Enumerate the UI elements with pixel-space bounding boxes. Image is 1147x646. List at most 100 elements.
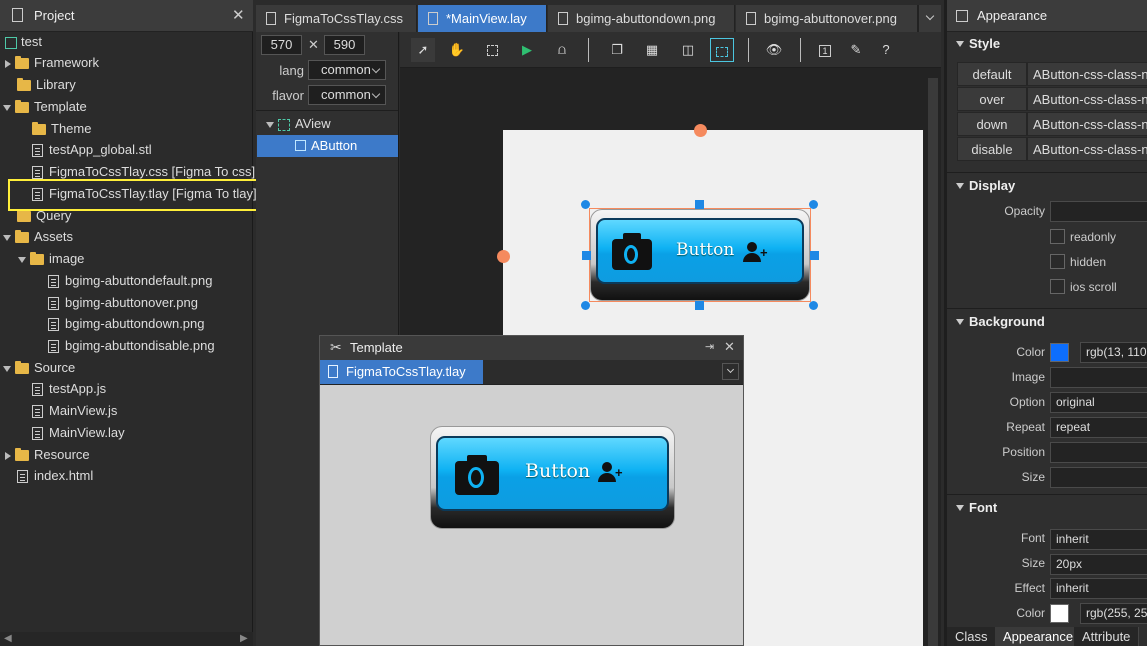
bg-color-swatch[interactable] xyxy=(1050,343,1069,362)
bg-image-input[interactable] xyxy=(1050,367,1147,388)
bg-repeat-select[interactable]: repeat xyxy=(1050,417,1147,438)
close-icon[interactable]: ✕ xyxy=(724,339,735,355)
shapes-button[interactable]: ⩍ xyxy=(550,38,574,62)
caret-down-icon[interactable] xyxy=(18,256,26,263)
layout-button[interactable]: ◫ xyxy=(676,38,700,62)
tree-item-library[interactable]: Library xyxy=(17,75,76,95)
caret-down-icon[interactable] xyxy=(3,365,11,372)
tab-list-dropdown[interactable] xyxy=(918,5,941,32)
bg-position-input[interactable] xyxy=(1050,442,1147,463)
readonly-checkbox[interactable] xyxy=(1050,229,1065,244)
template-tab[interactable]: FigmaToCssTlay.tlay xyxy=(320,360,483,384)
dock-icon[interactable]: ⇥ xyxy=(705,340,714,353)
tree-item-disable-png[interactable]: bgimg-abuttondisable.png xyxy=(48,336,215,356)
resize-handle-top[interactable] xyxy=(695,200,704,209)
resize-handle-top-left[interactable] xyxy=(581,200,590,209)
font-color-input[interactable]: rgb(255, 255 xyxy=(1080,603,1147,624)
bounds-toggle-button[interactable] xyxy=(710,38,734,62)
marquee-tool-button[interactable] xyxy=(480,38,504,62)
tree-item-mainview-js[interactable]: MainView.js xyxy=(32,401,117,421)
tab-abuttondown[interactable]: bgimg-abuttondown.png xyxy=(548,5,735,32)
tree-item-mainview-lay[interactable]: MainView.lay xyxy=(32,423,125,443)
tree-item-resource[interactable]: Resource xyxy=(5,445,90,465)
tab-abuttonover[interactable]: bgimg-abuttonover.png xyxy=(736,5,918,32)
tree-item-testapp-js[interactable]: testApp.js xyxy=(32,379,106,399)
section-font[interactable]: Font xyxy=(947,496,1147,520)
tab-appearance[interactable]: Appearance xyxy=(995,627,1083,646)
bg-size-input[interactable] xyxy=(1050,467,1147,488)
section-background[interactable]: Background xyxy=(947,310,1147,334)
caret-down-icon[interactable] xyxy=(3,234,11,241)
resize-handle-bottom[interactable] xyxy=(695,301,704,310)
image-file-icon xyxy=(48,318,59,332)
resize-handle-top-right[interactable] xyxy=(809,200,818,209)
preview-button[interactable]: 👁 xyxy=(762,38,786,62)
select-tool-button[interactable]: ➚ xyxy=(411,38,435,62)
font-color-swatch[interactable] xyxy=(1050,604,1069,623)
flavor-select[interactable]: common xyxy=(308,85,386,105)
scroll-right-icon[interactable]: ▶ xyxy=(240,633,248,644)
tree-item-theme[interactable]: Theme xyxy=(32,119,91,139)
tab-mainview-lay[interactable]: *MainView.lay xyxy=(418,5,547,32)
bg-option-select[interactable]: original xyxy=(1050,392,1147,413)
hidden-checkbox[interactable] xyxy=(1050,254,1065,269)
left-anchor-handle[interactable] xyxy=(497,250,510,263)
template-titlebar[interactable]: ✂ Template ⇥ ✕ xyxy=(320,336,743,360)
hand-icon: ✋ xyxy=(448,42,466,57)
tab-class[interactable]: Class xyxy=(947,627,997,646)
outline-item-aview[interactable]: AView xyxy=(266,114,331,134)
tree-item-source[interactable]: Source xyxy=(3,358,75,378)
height-input[interactable]: 590 xyxy=(324,35,365,55)
help-button[interactable]: ? xyxy=(874,38,898,62)
resize-handle-bottom-left[interactable] xyxy=(581,301,590,310)
tree-item-assets[interactable]: Assets xyxy=(3,227,73,247)
scroll-left-icon[interactable]: ◀ xyxy=(4,633,12,644)
tree-item-test[interactable]: test xyxy=(5,32,42,52)
template-tab-dropdown[interactable] xyxy=(722,363,739,380)
lang-select[interactable]: common xyxy=(308,60,386,80)
width-input[interactable]: 570 xyxy=(261,35,302,55)
page-one-button[interactable]: 1 xyxy=(813,38,837,62)
close-icon[interactable]: ✕ xyxy=(232,6,245,24)
outline-item-abutton[interactable]: AButton xyxy=(257,135,398,157)
tree-item-down-png[interactable]: bgimg-abuttondown.png xyxy=(48,314,205,334)
tree-item-template[interactable]: Template xyxy=(3,97,87,117)
caret-down-icon[interactable] xyxy=(266,121,274,128)
page-number-icon: 1 xyxy=(819,44,831,57)
tree-item-default-png[interactable]: bgimg-abuttondefault.png xyxy=(48,271,212,291)
horizontal-scrollbar[interactable]: ◀ ▶ xyxy=(0,632,253,646)
grid-button[interactable]: ▦ xyxy=(640,38,664,62)
top-anchor-handle[interactable] xyxy=(694,124,707,137)
font-effect-select[interactable]: inherit xyxy=(1050,578,1147,599)
opacity-input[interactable] xyxy=(1050,201,1147,222)
ios-scroll-checkbox[interactable] xyxy=(1050,279,1065,294)
canvas-abutton[interactable]: Button + xyxy=(590,209,810,301)
tab-figma-css[interactable]: FigmaToCssTlay.css xyxy=(256,5,417,32)
tab-attribute[interactable]: Attribute xyxy=(1074,627,1140,646)
edit-button[interactable]: ✎ xyxy=(844,38,868,62)
style-class-default[interactable]: AButton-css-class-nam xyxy=(1027,62,1147,86)
tree-item-index-html[interactable]: index.html xyxy=(17,466,93,486)
tree-item-image[interactable]: image xyxy=(18,249,84,269)
caret-right-icon[interactable] xyxy=(5,59,11,68)
resize-handle-left[interactable] xyxy=(582,251,591,260)
section-display[interactable]: Display xyxy=(947,174,1147,198)
font-size-input[interactable]: 20px xyxy=(1050,554,1147,575)
tree-item-global-stl[interactable]: testApp_global.stl xyxy=(32,140,152,160)
style-class-disable[interactable]: AButton-css-class-nam xyxy=(1027,137,1147,161)
resize-handle-bottom-right[interactable] xyxy=(809,301,818,310)
font-input[interactable]: inherit xyxy=(1050,529,1147,550)
bg-color-input[interactable]: rgb(13, 110, xyxy=(1080,342,1147,363)
vertical-scrollbar[interactable] xyxy=(928,78,938,646)
section-style[interactable]: Style xyxy=(947,32,1147,56)
caret-right-icon[interactable] xyxy=(5,451,11,460)
style-class-down[interactable]: AButton-css-class-nam xyxy=(1027,112,1147,136)
layers-button[interactable]: ❐ xyxy=(605,38,629,62)
resize-handle-right[interactable] xyxy=(810,251,819,260)
run-button[interactable]: ▶ xyxy=(515,38,539,62)
hand-tool-button[interactable]: ✋ xyxy=(445,38,469,62)
tree-item-over-png[interactable]: bgimg-abuttonover.png xyxy=(48,293,198,313)
tree-item-framework[interactable]: Framework xyxy=(5,53,99,73)
style-class-over[interactable]: AButton-css-class-nam xyxy=(1027,87,1147,111)
caret-down-icon[interactable] xyxy=(3,104,11,111)
